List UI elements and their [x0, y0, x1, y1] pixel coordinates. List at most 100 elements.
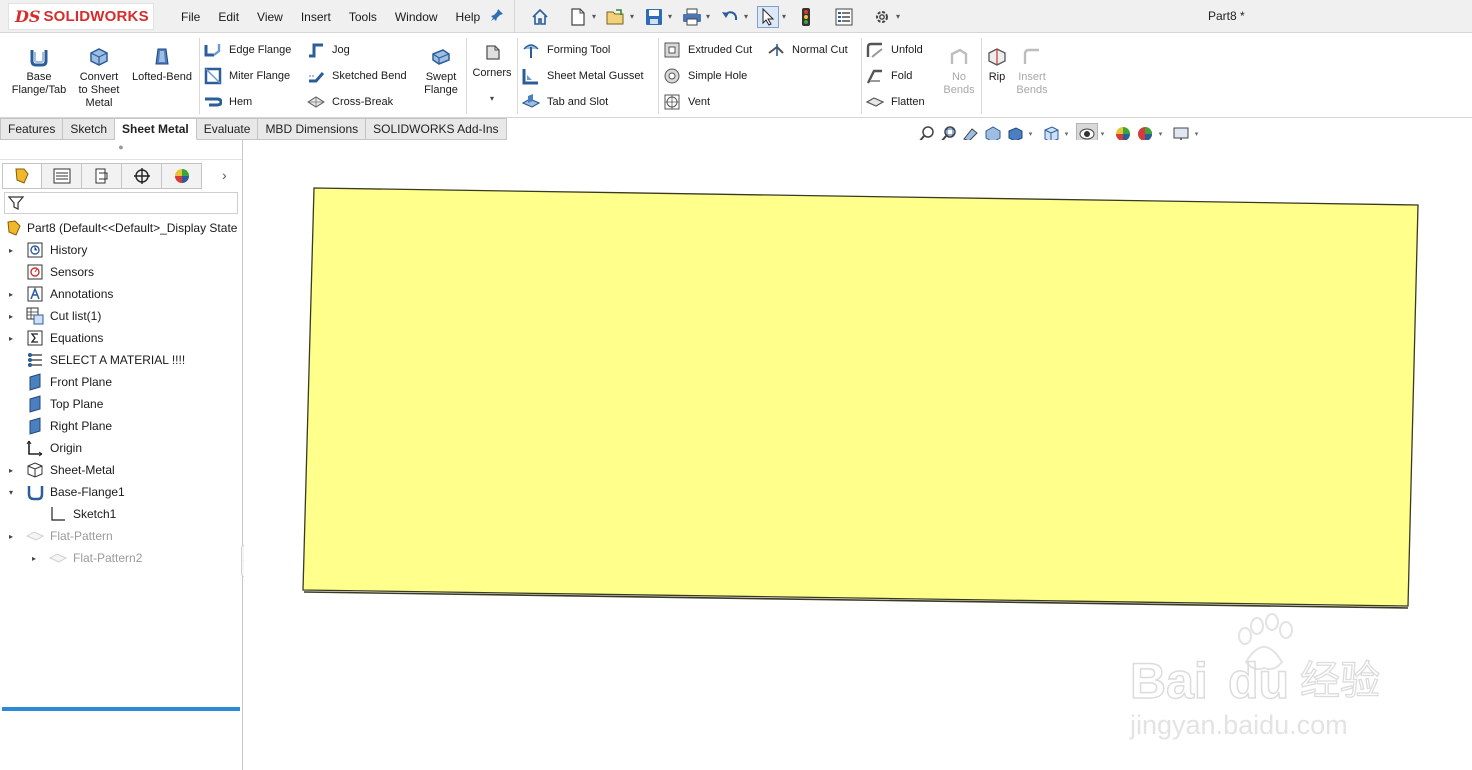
tab-solidworks-add-ins[interactable]: SOLIDWORKS Add-Ins — [366, 118, 507, 140]
open-folder-icon[interactable] — [605, 6, 627, 28]
miter-flange-button[interactable]: Miter Flange — [204, 66, 290, 86]
display-style-dropdown-icon[interactable]: ▾ — [1062, 130, 1071, 138]
print-icon[interactable] — [681, 6, 703, 28]
tab-evaluate[interactable]: Evaluate — [196, 118, 259, 140]
unfold-button[interactable]: Unfold — [866, 40, 923, 60]
tree-item-flat-pattern[interactable]: ▸ Flat-Pattern — [0, 525, 242, 547]
tree-item-base-flange1[interactable]: ▾ Base-Flange1 — [0, 481, 242, 503]
collapse-arrow-icon[interactable]: ▾ — [6, 488, 16, 497]
save-dropdown-icon[interactable]: ▾ — [665, 12, 675, 21]
tab-features[interactable]: Features — [0, 118, 64, 140]
expand-arrow-icon[interactable]: ▸ — [6, 312, 16, 321]
chevron-right-icon[interactable]: › — [222, 167, 227, 183]
menu-help[interactable]: Help — [447, 10, 490, 24]
tree-item-right-plane[interactable]: Right Plane — [0, 415, 242, 437]
tab-mbd-dimensions[interactable]: MBD Dimensions — [258, 118, 367, 140]
expand-arrow-icon[interactable]: ▸ — [6, 290, 16, 299]
base-flange-face[interactable] — [302, 187, 1419, 607]
sketched-bend-button[interactable]: Sketched Bend — [307, 66, 407, 86]
rollback-bar[interactable] — [2, 707, 240, 711]
display-manager-tab-icon[interactable] — [162, 163, 202, 189]
corners-dropdown-icon[interactable]: ▾ — [490, 92, 494, 105]
tree-item-sensors[interactable]: Sensors — [0, 261, 242, 283]
tree-item-origin[interactable]: Origin — [0, 437, 242, 459]
tree-item-label: History — [50, 243, 88, 257]
no-bends-button[interactable]: No Bends — [942, 46, 976, 97]
tree-item-cut-list-1[interactable]: ▸ Cut list(1) — [0, 305, 242, 327]
miter-flange-icon — [204, 67, 222, 85]
vent-button[interactable]: Vent — [663, 92, 710, 112]
menu-edit[interactable]: Edit — [209, 10, 248, 24]
undo-icon[interactable] — [719, 6, 741, 28]
file-properties-icon[interactable] — [833, 6, 855, 28]
simple-hole-button[interactable]: Simple Hole — [663, 66, 747, 86]
dimxpert-manager-tab-icon[interactable] — [122, 163, 162, 189]
extruded-cut-button[interactable]: Extruded Cut — [663, 40, 752, 60]
swept-flange-button[interactable]: Swept Flange — [416, 46, 466, 97]
corners-button[interactable]: Corners ▾ — [470, 42, 514, 105]
expand-arrow-icon[interactable]: ▸ — [6, 246, 16, 255]
convert-to-sheet-metal-button[interactable]: Convert to Sheet Metal — [72, 46, 126, 110]
tab-and-slot-button[interactable]: Tab and Slot — [522, 92, 608, 112]
rebuild-traffic-light-icon[interactable] — [795, 6, 817, 28]
property-manager-tab-icon[interactable] — [42, 163, 82, 189]
tree-item-front-plane[interactable]: Front Plane — [0, 371, 242, 393]
tab-sheet-metal[interactable]: Sheet Metal — [115, 118, 197, 140]
lofted-bend-button[interactable]: Lofted-Bend — [128, 46, 196, 84]
home-icon[interactable] — [529, 6, 551, 28]
hem-button[interactable]: Hem — [204, 92, 252, 112]
flatten-button[interactable]: Flatten — [866, 92, 925, 112]
panel-grip-icon[interactable]: ● — [0, 142, 242, 160]
tree-item-annotations[interactable]: ▸ Annotations — [0, 283, 242, 305]
open-dropdown-icon[interactable]: ▾ — [627, 12, 637, 21]
solidworks-logo[interactable]: DS SOLIDWORKS — [8, 3, 154, 30]
tree-item-sketch1[interactable]: Sketch1 — [0, 503, 242, 525]
jog-button[interactable]: Jog — [307, 40, 350, 60]
tree-item-equations[interactable]: ▸ Equations — [0, 327, 242, 349]
tree-item-flat-pattern2[interactable]: ▸ Flat-Pattern2 — [0, 547, 242, 569]
view-orientation-dropdown-icon[interactable]: ▾ — [1026, 130, 1035, 138]
new-document-icon[interactable] — [567, 6, 589, 28]
sheet-metal-gusset-button[interactable]: Sheet Metal Gusset — [522, 66, 644, 86]
save-icon[interactable] — [643, 6, 665, 28]
expand-arrow-icon[interactable]: ▸ — [6, 532, 16, 541]
expand-arrow-icon[interactable]: ▸ — [29, 554, 39, 563]
apply-scene-dropdown-icon[interactable]: ▾ — [1156, 130, 1165, 138]
options-dropdown-icon[interactable]: ▾ — [893, 12, 903, 21]
expand-arrow-icon[interactable]: ▸ — [6, 334, 16, 343]
menu-view[interactable]: View — [248, 10, 292, 24]
tree-item-label: Annotations — [50, 287, 114, 301]
insert-bends-button[interactable]: Insert Bends — [1012, 46, 1052, 97]
select-dropdown-icon[interactable]: ▾ — [779, 12, 789, 21]
cross-break-icon — [307, 96, 325, 108]
edge-flange-button[interactable]: Edge Flange — [204, 40, 291, 60]
tree-item-select-a-material[interactable]: SELECT A MATERIAL !!!! — [0, 349, 242, 371]
cross-break-button[interactable]: Cross-Break — [307, 92, 393, 112]
undo-dropdown-icon[interactable]: ▾ — [741, 12, 751, 21]
hide-show-dropdown-icon[interactable]: ▾ — [1098, 130, 1107, 138]
print-dropdown-icon[interactable]: ▾ — [703, 12, 713, 21]
forming-tool-button[interactable]: Forming Tool — [522, 40, 610, 60]
expand-arrow-icon[interactable]: ▸ — [6, 466, 16, 475]
tab-sketch[interactable]: Sketch — [63, 118, 116, 140]
select-arrow-icon[interactable] — [757, 5, 779, 28]
pin-icon[interactable] — [490, 8, 504, 25]
rip-button[interactable]: Rip — [984, 46, 1010, 84]
tree-item-top-plane[interactable]: Top Plane — [0, 393, 242, 415]
tree-filter-field[interactable] — [4, 192, 238, 214]
tree-item-sheet-metal[interactable]: ▸ Sheet-Metal — [0, 459, 242, 481]
options-gear-icon[interactable] — [871, 6, 893, 28]
view-settings-dropdown-icon[interactable]: ▾ — [1192, 130, 1201, 138]
base-flange-button[interactable]: Base Flange/Tab — [8, 46, 70, 97]
menu-file[interactable]: File — [172, 10, 209, 24]
new-dropdown-icon[interactable]: ▾ — [589, 12, 599, 21]
normal-cut-button[interactable]: Normal Cut — [767, 40, 848, 60]
menu-insert[interactable]: Insert — [292, 10, 340, 24]
menu-tools[interactable]: Tools — [340, 10, 386, 24]
menu-window[interactable]: Window — [386, 10, 447, 24]
tree-root-part[interactable]: Part8 (Default<<Default>_Display State — [0, 217, 242, 239]
fold-button[interactable]: Fold — [866, 66, 912, 86]
tree-item-history[interactable]: ▸ History — [0, 239, 242, 261]
configuration-manager-tab-icon[interactable] — [82, 163, 122, 189]
feature-manager-tab-icon[interactable] — [2, 163, 42, 189]
